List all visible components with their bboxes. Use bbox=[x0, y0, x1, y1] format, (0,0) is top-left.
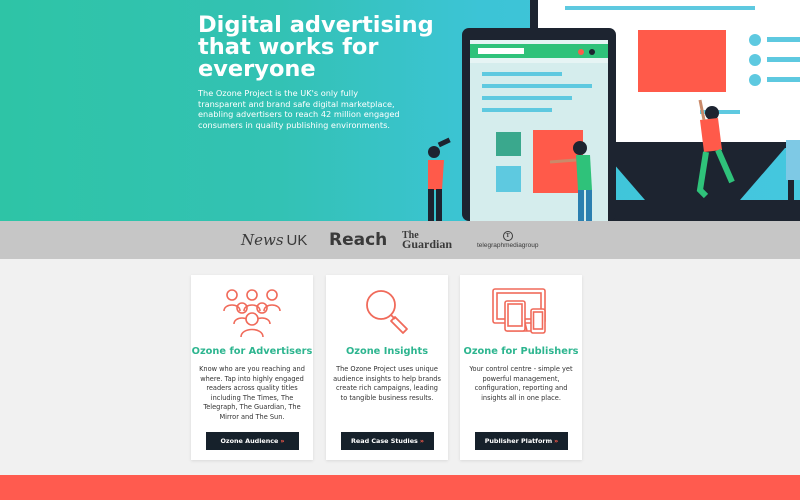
partner-logos-strip: News UK Reach The Guardian T telegraphme… bbox=[0, 221, 800, 259]
ozone-audience-button[interactable]: Ozone Audience » bbox=[206, 432, 299, 450]
card-text: The Ozone Project uses unique audience i… bbox=[333, 365, 441, 402]
magnifier-icon bbox=[326, 287, 448, 337]
hero-illustration bbox=[428, 0, 800, 221]
double-arrow-right-icon: » bbox=[554, 437, 559, 445]
devices-icon bbox=[460, 287, 582, 337]
publisher-platform-button[interactable]: Publisher Platform » bbox=[475, 432, 568, 450]
card-title: Ozone for Advertisers bbox=[191, 346, 313, 357]
people-group-icon bbox=[191, 287, 313, 337]
hero-description: The Ozone Project is the UK's only fully… bbox=[198, 88, 400, 130]
card-title: Ozone Insights bbox=[345, 346, 429, 357]
card-insights: Ozone Insights The Ozone Project uses un… bbox=[326, 275, 448, 460]
card-title: Ozone for Publishers bbox=[463, 346, 579, 357]
double-arrow-right-icon: » bbox=[419, 437, 424, 445]
guardian-logo: The Guardian bbox=[402, 230, 453, 251]
reach-logo: Reach bbox=[329, 230, 388, 250]
news-uk-logo: News UK bbox=[241, 231, 308, 249]
read-case-studies-button[interactable]: Read Case Studies » bbox=[341, 432, 434, 450]
card-advertisers: Ozone for Advertisers Know who are you r… bbox=[191, 275, 313, 460]
footer-band bbox=[0, 475, 800, 500]
hero-banner: Digital advertising that works for every… bbox=[0, 0, 800, 221]
telegraph-media-group-logo: T telegraphmediagroup bbox=[477, 231, 539, 249]
card-publishers: Ozone for Publishers Your control centre… bbox=[460, 275, 582, 460]
double-arrow-right-icon: » bbox=[280, 437, 285, 445]
card-text: Your control centre - simple yet powerfu… bbox=[469, 365, 573, 402]
telegraph-mark-icon: T bbox=[502, 231, 513, 241]
card-text: Know who are you reaching and where. Tap… bbox=[199, 365, 305, 421]
